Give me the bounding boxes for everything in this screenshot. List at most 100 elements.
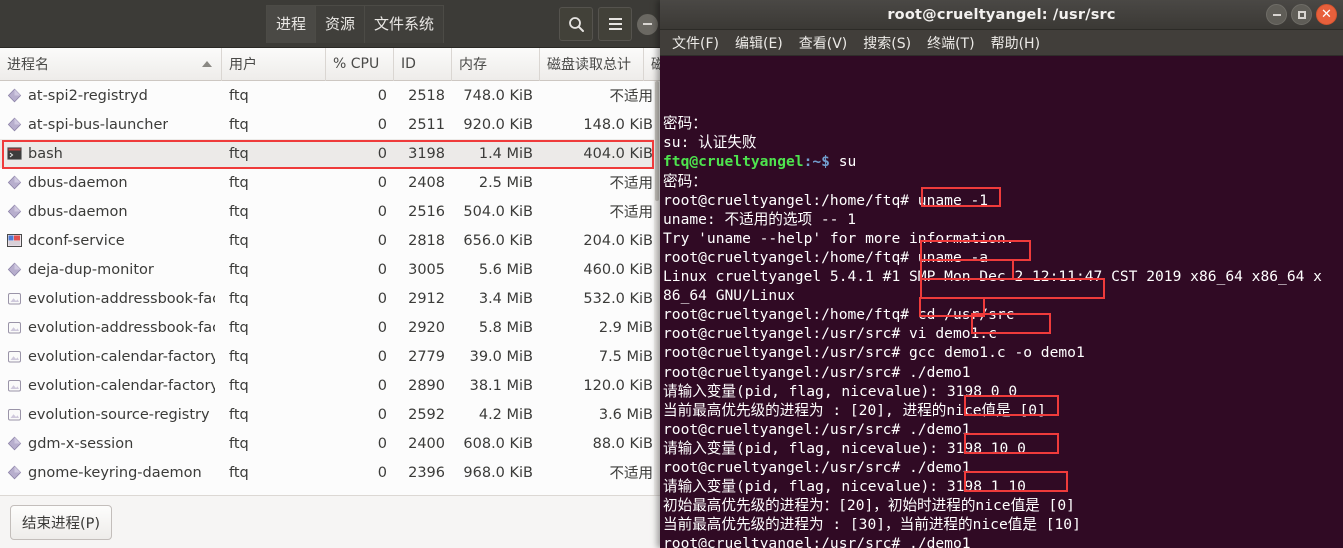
column-label: % CPU xyxy=(333,56,380,72)
search-button[interactable] xyxy=(559,7,593,41)
cell-user: ftq xyxy=(229,87,249,104)
column-header-process-name[interactable]: 进程名 xyxy=(0,47,222,81)
process-name-label: evolution-calendar-factory xyxy=(28,348,215,365)
cell-disk-read-total: 2.9 MiB xyxy=(598,319,653,336)
system-monitor-actions xyxy=(559,6,658,42)
sort-ascending-icon xyxy=(202,60,212,67)
cell-cpu: 0 xyxy=(377,348,387,365)
cell-disk-read-total: 不适用 xyxy=(609,205,654,221)
cell-cpu: 0 xyxy=(377,116,387,133)
menu-edit[interactable]: 编辑(E) xyxy=(729,31,789,55)
column-header-memory[interactable]: 内存 xyxy=(452,47,540,81)
cell-cpu: 0 xyxy=(377,290,387,307)
table-row[interactable]: dconf-service ftq 0 2818 656.0 KiB 204.0 KiB xyxy=(0,226,660,255)
menu-view[interactable]: 查看(V) xyxy=(793,31,854,55)
tab-resources[interactable]: 资源 xyxy=(316,5,366,43)
column-header-user[interactable]: 用户 xyxy=(222,47,326,81)
terminal-maximize-button[interactable] xyxy=(1291,4,1312,25)
cell-process-name: evolution-source-registry xyxy=(0,400,222,429)
cell-process-name: evolution-addressbook-factory xyxy=(0,313,222,342)
cell-memory: 5.6 MiB xyxy=(478,261,533,278)
terminal-menubar: 文件(F) 编辑(E) 查看(V) 搜索(S) 终端(T) 帮助(H) xyxy=(660,30,1343,56)
table-row[interactable]: dbus-daemon ftq 0 2516 504.0 KiB 不适用 xyxy=(0,197,660,226)
cell-pid: 3005 xyxy=(408,261,445,278)
cell-pid: 2518 xyxy=(408,87,445,104)
menu-search[interactable]: 搜索(S) xyxy=(857,31,917,55)
table-row[interactable]: at-spi-bus-launcher ftq 0 2511 920.0 KiB 148.… xyxy=(0,110,660,139)
column-header-cpu[interactable]: % CPU xyxy=(326,47,394,81)
end-process-button[interactable]: 结束进程(P) xyxy=(10,504,113,540)
cell-pid: 2400 xyxy=(408,435,445,452)
scrollbar-thumb[interactable] xyxy=(655,81,659,201)
process-name-label: gnome-keyring-daemon xyxy=(28,464,202,481)
app-diamond-icon xyxy=(7,117,22,132)
sysmon-minimize-button[interactable] xyxy=(637,13,658,35)
cell-disk-read-total: 120.0 KiB xyxy=(583,377,653,394)
table-row[interactable]: evolution-addressbook-factory ftq 0 2920 5.8… xyxy=(0,313,660,342)
app-diamond-icon xyxy=(7,436,22,451)
cell-user: ftq xyxy=(229,116,249,133)
cell-user: ftq xyxy=(229,377,249,394)
tab-filesystems[interactable]: 文件系统 xyxy=(365,5,445,43)
cell-disk-read-total: 3.6 MiB xyxy=(598,406,653,423)
cell-cpu: 0 xyxy=(377,203,387,220)
column-label: 磁盘读取总计 xyxy=(547,57,631,73)
terminal-output[interactable]: 密码： su: 认证失败 ftq@crueltyangel:~$ su 密码： root… xyxy=(660,56,1343,548)
terminal-line: root@crueltyangel:/usr/src# gcc demo1.c … xyxy=(663,344,1085,362)
process-name-label: gdm-x-session xyxy=(28,435,134,452)
terminal-line: root@crueltyangel:/home/ftq# cd /usr/src xyxy=(663,306,1015,324)
table-row[interactable]: bash ftq 0 3198 1.4 MiB 404.0 KiB xyxy=(0,139,660,168)
column-header-id[interactable]: ID xyxy=(394,47,452,81)
cell-process-name: evolution-calendar-factory-sub xyxy=(0,371,222,400)
terminal-titlebar[interactable]: root@crueltyangel: /usr/src ✕ xyxy=(660,0,1343,30)
table-row[interactable]: evolution-addressbook-factory ftq 0 2912 3.4… xyxy=(0,284,660,313)
cell-cpu: 0 xyxy=(377,261,387,278)
cell-process-name: at-spi2-registryd xyxy=(0,81,222,110)
terminal-line: 请输入变量(pid, flag, nicevalue): 3198 0 0 xyxy=(663,382,1018,400)
cell-disk-read-total: 不适用 xyxy=(609,176,654,192)
cell-memory: 5.8 MiB xyxy=(478,319,533,336)
cell-user: ftq xyxy=(229,348,249,365)
app-diamond-icon xyxy=(7,88,22,103)
table-row[interactable]: deja-dup-monitor ftq 0 3005 5.6 MiB 460.0 KiB xyxy=(0,255,660,284)
process-name-label: deja-dup-monitor xyxy=(28,261,154,278)
column-label: 用户 xyxy=(229,57,257,73)
cell-process-name: gdm-x-session xyxy=(0,429,222,458)
table-row[interactable]: evolution-calendar-factory-sub ftq 0 2890 38… xyxy=(0,371,660,400)
table-row[interactable]: at-spi2-registryd ftq 0 2518 748.0 KiB 不适用 xyxy=(0,81,660,110)
app-diamond-icon xyxy=(7,465,22,480)
terminal-line: 当前最高优先级的进程为 : [30]，当前进程的nice值是 [10] xyxy=(663,516,1081,534)
table-row[interactable]: evolution-source-registry ftq 0 2592 4.2 MiB… xyxy=(0,400,660,429)
table-row[interactable]: gdm-x-session ftq 0 2400 608.0 KiB 88.0 KiB xyxy=(0,429,660,458)
cell-user: ftq xyxy=(229,232,249,249)
table-row[interactable]: evolution-calendar-factory ftq 0 2779 39.0 M… xyxy=(0,342,660,371)
tab-processes[interactable]: 进程 xyxy=(266,5,317,43)
table-row[interactable]: gnome-keyring-daemon ftq 0 2396 968.0 KiB 不适用 xyxy=(0,458,660,487)
cell-memory: 3.4 MiB xyxy=(478,290,533,307)
menu-help[interactable]: 帮助(H) xyxy=(985,31,1046,55)
terminal-line: ftq@crueltyangel:~$ su xyxy=(663,153,857,171)
cell-process-name: evolution-calendar-factory xyxy=(0,342,222,371)
table-row[interactable]: dbus-daemon ftq 0 2408 2.5 MiB 不适用 xyxy=(0,168,660,197)
cell-memory: 4.2 MiB xyxy=(478,406,533,423)
terminal-line: 密码： xyxy=(663,115,707,133)
cell-pid: 2592 xyxy=(408,406,445,423)
menu-file[interactable]: 文件(F) xyxy=(666,31,725,55)
process-name-label: dbus-daemon xyxy=(28,203,128,220)
cell-cpu: 0 xyxy=(377,174,387,191)
terminal-icon xyxy=(7,146,22,161)
cell-user: ftq xyxy=(229,145,249,162)
menu-terminal[interactable]: 终端(T) xyxy=(921,31,980,55)
terminal-close-button[interactable]: ✕ xyxy=(1316,4,1337,25)
generic-app-icon xyxy=(7,349,22,364)
column-label: ID xyxy=(401,56,416,72)
column-header-disk-partial[interactable]: 磁盘 xyxy=(644,48,660,81)
terminal-line: root@crueltyangel:/home/ftq# uname -1 xyxy=(663,191,989,209)
column-header-disk-read-total[interactable]: 磁盘读取总计 xyxy=(540,47,644,81)
process-list[interactable]: at-spi2-registryd ftq 0 2518 748.0 KiB 不适用 at-… xyxy=(0,81,660,543)
cell-disk-read-total: 204.0 KiB xyxy=(583,232,653,249)
terminal-line: root@crueltyangel:/usr/src# ./demo1 xyxy=(663,458,971,476)
terminal-minimize-button[interactable] xyxy=(1266,4,1287,25)
cell-disk-read-total: 不适用 xyxy=(609,466,654,482)
menu-button[interactable] xyxy=(598,7,632,41)
